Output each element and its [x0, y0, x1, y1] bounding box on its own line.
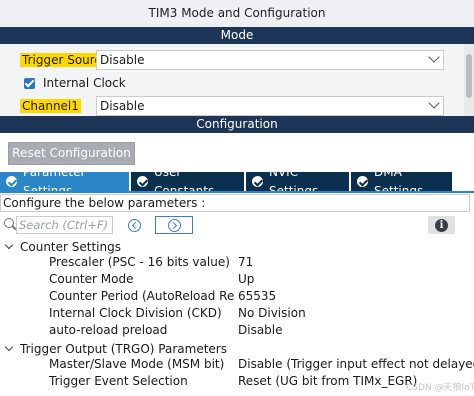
prev-arrow-icon [127, 218, 141, 232]
mode-panel: Trigger Source Disable Internal Clock Ch… [0, 44, 474, 116]
param-name: Counter Period (AutoReload Registe... [49, 289, 235, 303]
param-value[interactable]: Reset (UG bit from TIMx_EGR) [238, 374, 417, 388]
search-icon [4, 218, 14, 228]
info-button[interactable]: i [428, 216, 455, 234]
search-input[interactable] [16, 216, 113, 234]
param-value[interactable]: 71 [238, 255, 253, 269]
table-row[interactable]: Counter Mode Up [0, 272, 474, 289]
table-row[interactable]: auto-reload preload Disable [0, 323, 474, 340]
scroll-thumb[interactable] [466, 54, 472, 98]
mode-section-header: Mode [0, 27, 474, 44]
group-name: Trigger Output (TRGO) Parameters [20, 341, 227, 356]
trigger-source-value: Disable [100, 53, 145, 67]
table-row[interactable]: Counter Period (AutoReload Registe... 65… [0, 289, 474, 306]
table-row[interactable]: Trigger Event Selection Reset (UG bit fr… [0, 374, 474, 391]
param-name: auto-reload preload [49, 323, 168, 337]
chevron-down-icon [428, 97, 440, 109]
param-name: Internal Clock Division (CKD) [49, 306, 222, 320]
config-tabs: Parameter Settings User Constants NVIC S… [0, 165, 474, 198]
next-arrow-icon [167, 218, 181, 232]
chevron-down-icon [428, 51, 440, 63]
window-title: TIM3 Mode and Configuration [0, 0, 474, 27]
search-prev-button[interactable] [124, 216, 144, 234]
group-counter-settings[interactable]: Counter Settings [4, 238, 121, 255]
expand-caret-icon[interactable] [4, 342, 14, 352]
table-row[interactable]: Prescaler (PSC - 16 bits value) 71 [0, 255, 474, 272]
group-name: Counter Settings [20, 239, 121, 254]
tab-underline [0, 191, 474, 193]
param-value[interactable]: No Division [238, 306, 306, 320]
tab-dma-settings[interactable]: DMA Settings [351, 165, 452, 198]
channel1-select[interactable]: Disable [96, 96, 444, 116]
internal-clock-row[interactable]: Internal Clock [24, 73, 128, 93]
channel1-label: Channel1 [20, 99, 81, 113]
tab-nvic-settings[interactable]: NVIC Settings [246, 165, 349, 198]
search-next-button[interactable] [155, 216, 193, 234]
configuration-section-header: Configuration [0, 116, 474, 133]
channel1-row: Channel1 [20, 96, 81, 116]
watermark: CSDN @天狼IoT [406, 383, 474, 393]
mode-scrollbar[interactable] [464, 44, 474, 116]
param-value[interactable]: Up [238, 272, 254, 286]
internal-clock-checkbox[interactable] [24, 77, 35, 89]
table-row[interactable]: Master/Slave Mode (MSM bit) Disable (Tri… [0, 357, 474, 374]
param-value[interactable]: Disable (Trigger input effect not delaye… [238, 357, 474, 371]
expand-caret-icon[interactable] [4, 240, 14, 250]
tab-parameter-settings[interactable]: Parameter Settings [0, 165, 129, 198]
info-icon: i [435, 218, 448, 232]
check-icon [137, 176, 148, 187]
param-name: Prescaler (PSC - 16 bits value) [49, 255, 230, 269]
check-icon [252, 176, 263, 187]
internal-clock-label: Internal Clock [43, 76, 126, 90]
param-name: Counter Mode [49, 272, 134, 286]
configure-instruction: Configure the below parameters : [0, 194, 470, 212]
channel1-value: Disable [100, 99, 145, 113]
param-value[interactable]: 65535 [238, 289, 276, 303]
check-icon [6, 176, 17, 187]
check-icon [357, 176, 368, 187]
group-trigger-output[interactable]: Trigger Output (TRGO) Parameters [4, 340, 227, 357]
tab-user-constants[interactable]: User Constants [131, 165, 244, 198]
param-name: Master/Slave Mode (MSM bit) [49, 357, 225, 371]
param-name: Trigger Event Selection [49, 374, 188, 388]
trigger-source-select[interactable]: Disable [96, 50, 444, 70]
table-row[interactable]: Internal Clock Division (CKD) No Divisio… [0, 306, 474, 323]
param-value[interactable]: Disable [238, 323, 283, 337]
